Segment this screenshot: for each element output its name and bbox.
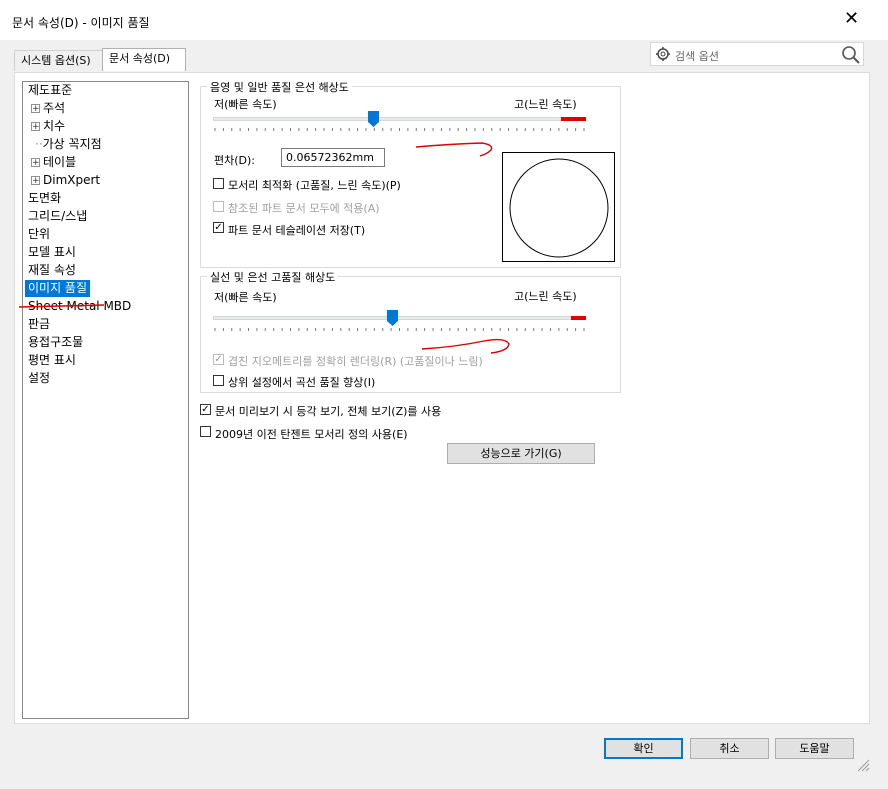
optimize-curve-label: 상위 설정에서 곡선 품질 향상(I)	[228, 376, 376, 389]
preview-iso-label: 문서 미리보기 시 등각 보기, 전체 보기(Z)를 사용	[215, 405, 442, 418]
group-title: 실선 및 은선 고품질 해상도	[207, 269, 339, 285]
resize-grip-icon[interactable]	[856, 758, 870, 772]
pre2009-tangent-checkbox[interactable]	[200, 426, 211, 437]
ok-button[interactable]: 확인	[604, 738, 683, 759]
goto-performance-button[interactable]: 성능으로 가기(G)	[447, 443, 595, 464]
cancel-button[interactable]: 취소	[690, 738, 769, 759]
wireframe-slider-ticks	[214, 328, 585, 331]
wireframe-slider-thumb[interactable]	[386, 310, 398, 326]
optimize-curve-checkbox[interactable]	[213, 375, 224, 386]
wireframe-high-label: 고(느린 속도)	[514, 290, 577, 303]
red-annotations	[18, 142, 510, 354]
help-button[interactable]: 도움말	[775, 738, 854, 759]
precise-render-checkbox[interactable]: ✓	[213, 354, 224, 365]
red-strike-line	[18, 304, 105, 308]
red-squiggle-top	[415, 142, 493, 157]
wireframe-low-label: 저(빠른 속도)	[214, 291, 277, 304]
wireframe-slider-track[interactable]	[213, 316, 586, 320]
pre2009-tangent-label: 2009년 이전 탄젠트 모서리 정의 사용(E)	[215, 428, 408, 441]
preview-iso-checkbox[interactable]: ✓	[200, 404, 211, 415]
wireframe-slider-red-segment	[571, 316, 586, 320]
precise-render-label: 겹친 지오메트리를 정확히 렌더링(R) (고품질이나 느림)	[228, 355, 483, 368]
